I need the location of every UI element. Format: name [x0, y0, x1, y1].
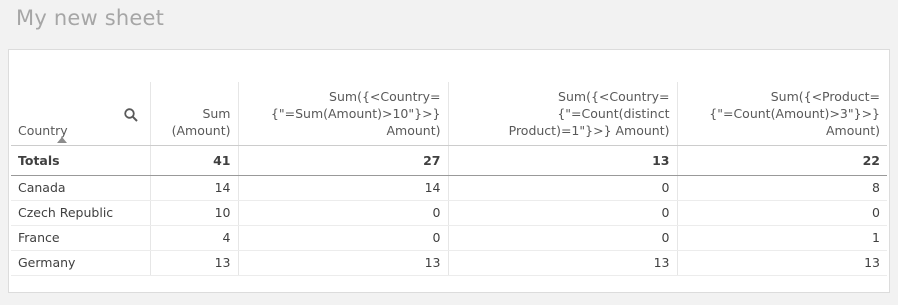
value-cell: 0 — [237, 225, 448, 251]
column-header-sum-amount[interactable]: Sum (Amount) — [149, 82, 238, 146]
column-header-country[interactable]: Country — [11, 82, 150, 146]
search-icon[interactable] — [123, 108, 138, 122]
column-header-sum-product-count-gt-3[interactable]: Sum({<Product={"=Count(Amount)>3"}>} Amo… — [676, 82, 887, 146]
value-cell: 0 — [676, 200, 887, 226]
value-cell: 8 — [676, 175, 887, 201]
value-cell: 4 — [149, 225, 238, 251]
totals-cell: 22 — [676, 145, 887, 176]
column-header-sum-country-distinct-product[interactable]: Sum({<Country={"=Count(distinct Product)… — [447, 82, 677, 146]
country-cell[interactable]: Germany — [11, 250, 150, 276]
value-cell: 14 — [237, 175, 448, 201]
country-cell[interactable]: France — [11, 225, 150, 251]
table-row[interactable]: Canada 14 14 0 8 — [11, 175, 887, 201]
sort-ascending-icon[interactable] — [57, 136, 67, 143]
value-cell: 13 — [676, 250, 887, 276]
value-cell: 10 — [149, 200, 238, 226]
header-row: Country Sum (Amount) Sum({<Country={"=Su… — [11, 82, 887, 146]
value-cell: 0 — [237, 200, 448, 226]
value-cell: 0 — [447, 225, 677, 251]
totals-cell: 27 — [237, 145, 448, 176]
country-cell[interactable]: Czech Republic — [11, 200, 150, 226]
data-table: Country Sum (Amount) Sum({<Country={"=Su… — [11, 82, 887, 276]
totals-label: Totals — [11, 145, 150, 176]
country-cell[interactable]: Canada — [11, 175, 150, 201]
value-cell: 1 — [676, 225, 887, 251]
value-cell: 13 — [447, 250, 677, 276]
totals-cell: 41 — [149, 145, 238, 176]
table-panel: Country Sum (Amount) Sum({<Country={"=Su… — [8, 49, 890, 293]
value-cell: 13 — [237, 250, 448, 276]
value-cell: 14 — [149, 175, 238, 201]
table-row[interactable]: France 4 0 0 1 — [11, 225, 887, 251]
value-cell: 0 — [447, 175, 677, 201]
column-header-sum-country-amount-gt-10[interactable]: Sum({<Country={"=Sum(Amount)>10"}>} Amou… — [237, 82, 448, 146]
totals-row: Totals 41 27 13 22 — [11, 145, 887, 176]
column-header-label: Country — [18, 122, 68, 138]
sheet-title: My new sheet — [16, 6, 165, 30]
table-row[interactable]: Czech Republic 10 0 0 0 — [11, 200, 887, 226]
value-cell: 0 — [447, 200, 677, 226]
table-row[interactable]: Germany 13 13 13 13 — [11, 250, 887, 276]
value-cell: 13 — [149, 250, 238, 276]
totals-cell: 13 — [447, 145, 677, 176]
